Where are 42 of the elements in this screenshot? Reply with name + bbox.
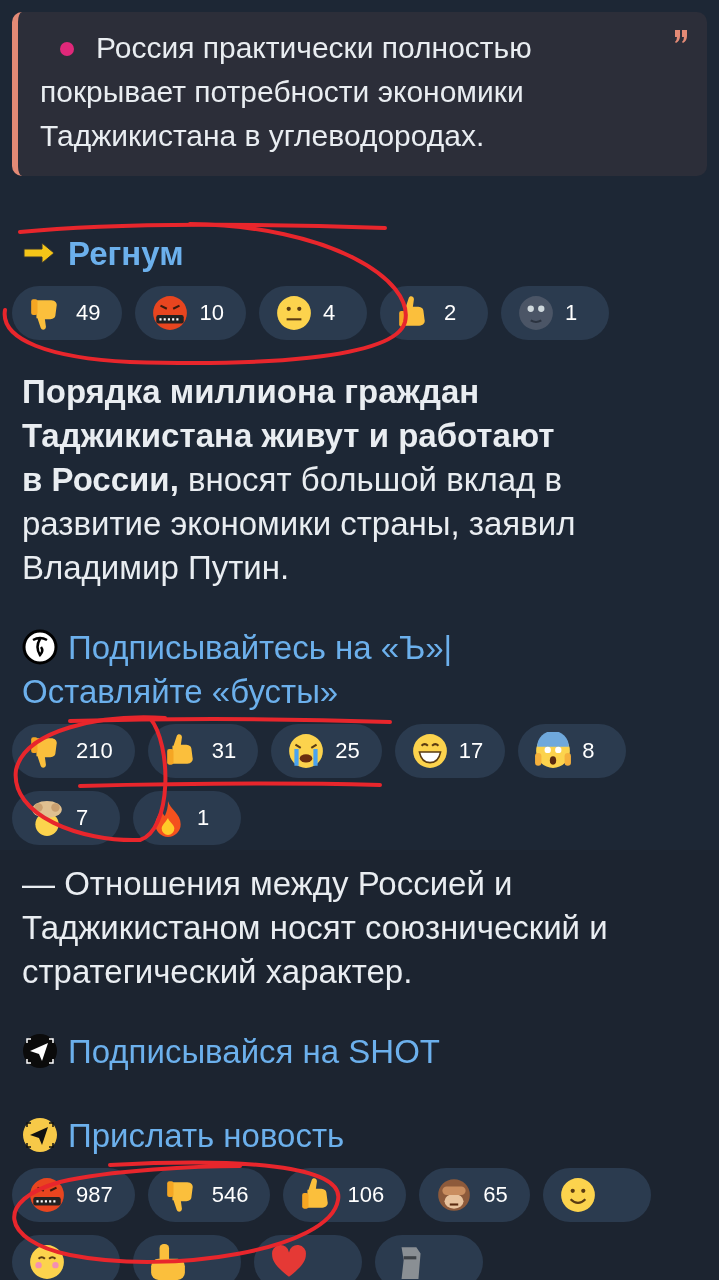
pointing-hand-icon <box>149 1243 187 1280</box>
reaction-button[interactable]: 10 <box>135 286 246 340</box>
reaction-button[interactable]: 8 <box>518 724 627 778</box>
reaction-button[interactable]: 2 <box>379 286 488 340</box>
logo-icon <box>22 629 58 665</box>
reaction-button[interactable] <box>542 1168 651 1222</box>
reaction-button[interactable]: 31 <box>147 724 259 778</box>
reaction-button[interactable]: 17 <box>394 724 506 778</box>
channel-link[interactable]: Прислать новость <box>22 1114 345 1158</box>
quote-block: Россия практически полностью покрывает потребности экономики Таджикистана в углеводородах. <box>12 12 707 176</box>
bullet-dot <box>60 41 74 56</box>
reaction-button[interactable]: 210 <box>12 724 135 778</box>
screaming-face-icon <box>534 732 573 770</box>
moon-face-icon <box>516 294 555 332</box>
channel-link[interactable]: Подписывайтесь на «Ъ»| Оставляйте «бусты» <box>22 626 582 714</box>
angry-face-icon <box>151 294 190 332</box>
quote-icon <box>673 30 689 44</box>
reaction-button[interactable] <box>375 1235 483 1280</box>
reaction-button[interactable]: 1 <box>133 791 241 845</box>
reaction-button[interactable]: 106 <box>283 1168 407 1222</box>
neutral-face-icon <box>274 294 313 332</box>
smiling-face-icon <box>558 1176 597 1214</box>
reaction-button[interactable]: 987 <box>12 1168 135 1222</box>
paper-plane-icon <box>22 1033 58 1069</box>
reaction-button[interactable]: 25 <box>271 724 382 778</box>
reaction-button[interactable]: 546 <box>147 1168 271 1222</box>
reaction-button[interactable]: 49 <box>12 286 123 340</box>
reaction-button[interactable]: 4 <box>258 286 367 340</box>
reaction-button[interactable] <box>133 1235 241 1280</box>
angry-face-icon <box>28 1176 66 1214</box>
reaction-button[interactable]: 1 <box>500 286 609 340</box>
reaction-button[interactable]: 65 <box>419 1168 530 1222</box>
channel-link[interactable]: Подписывайся на SHOT <box>22 1030 441 1074</box>
crying-face-icon <box>287 732 326 770</box>
reaction-button[interactable]: 7 <box>12 791 120 845</box>
message-text: — Отношения между Россией и Таджикистаном носят союзнический и стратегический характер. <box>21 864 609 992</box>
grinning-face-icon <box>410 732 449 770</box>
message-text: Порядка миллиона граждан Таджикистана живут и работают в России, вносят большой вклад в развитие экономики страны, заявил Владимир Путин. <box>21 372 577 588</box>
blushing-face-icon <box>28 1243 66 1280</box>
reaction-button[interactable] <box>12 1235 120 1280</box>
channel-link[interactable]: Регнум <box>22 232 184 276</box>
paper-plane-icon <box>22 1117 58 1153</box>
